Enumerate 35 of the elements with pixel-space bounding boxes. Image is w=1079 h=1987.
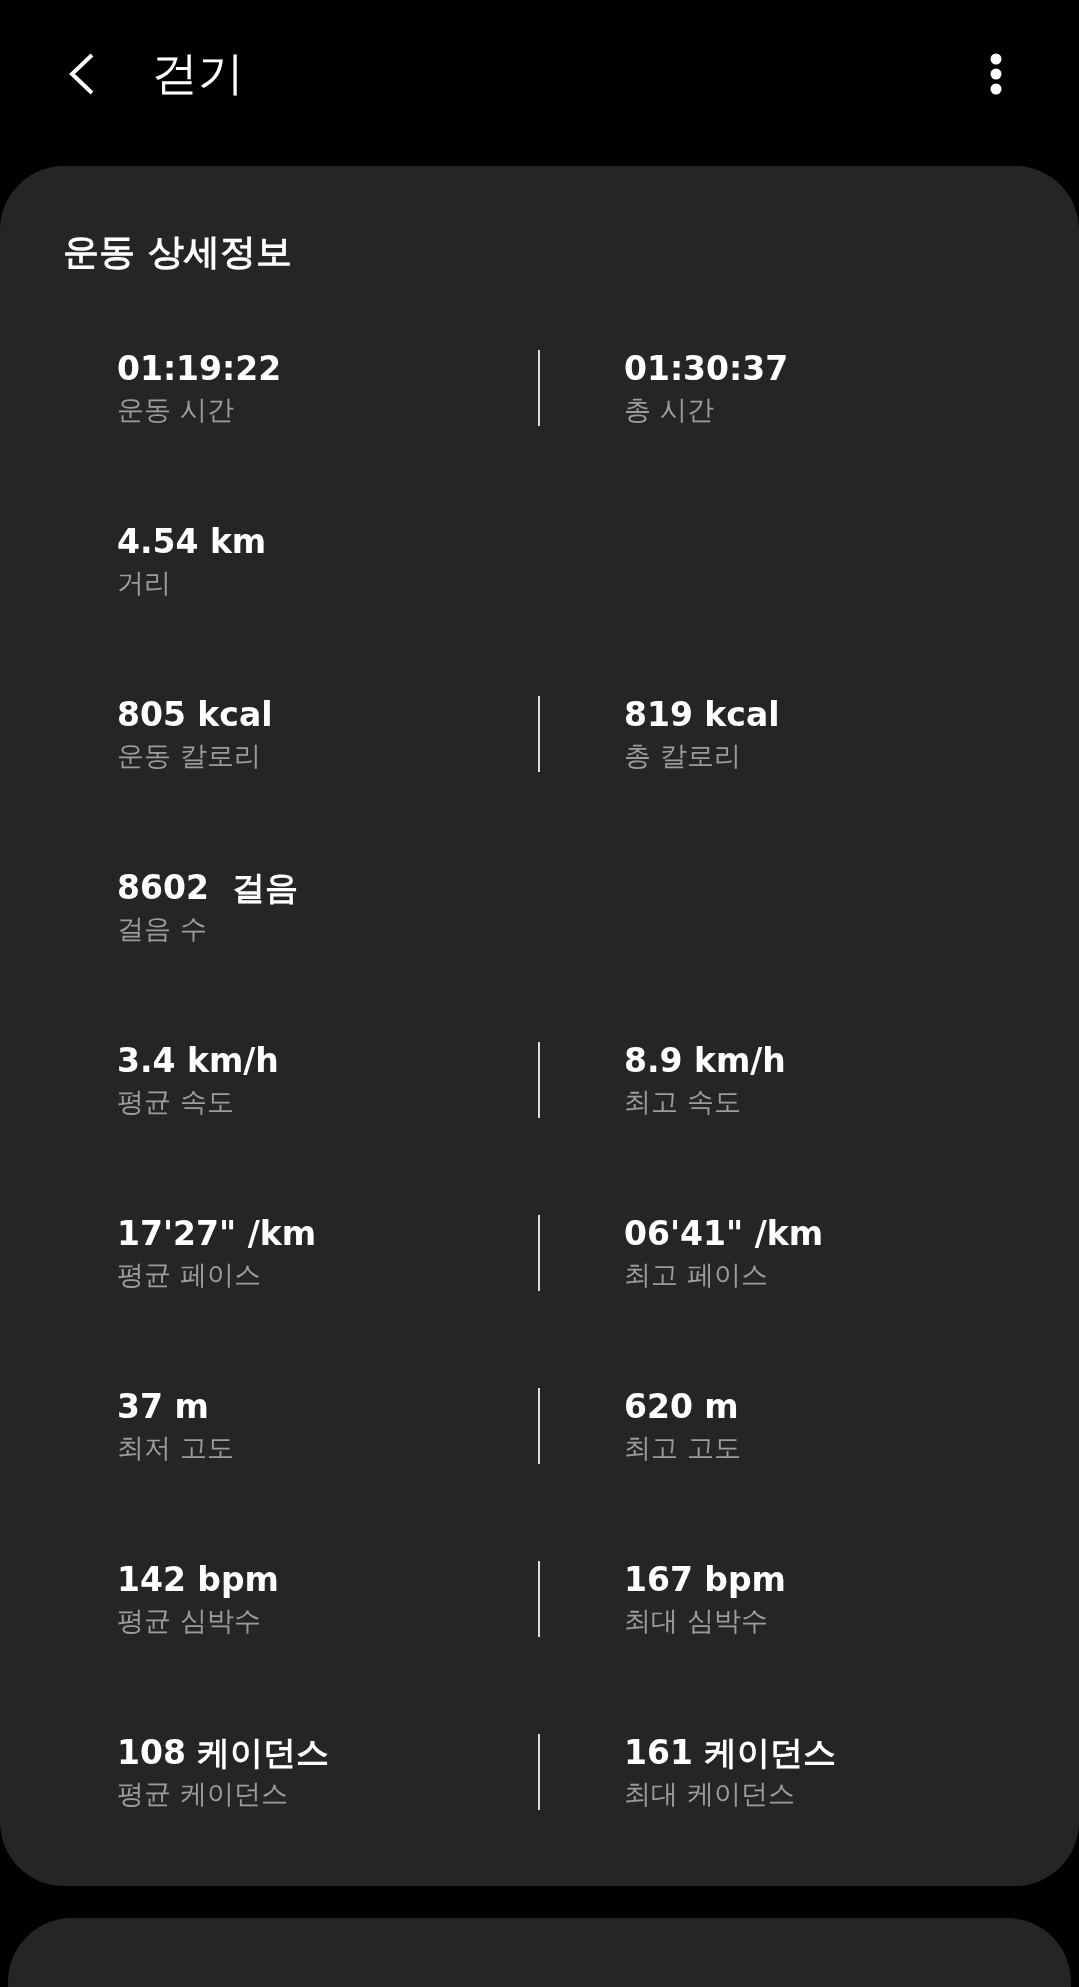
stat-label: 평균 속도 bbox=[117, 1084, 235, 1119]
stat-label: 평균 페이스 bbox=[117, 1257, 262, 1292]
stat-label: 최고 고도 bbox=[624, 1430, 742, 1465]
stat-label: 평균 심박수 bbox=[117, 1603, 262, 1638]
stat-value: 37 m bbox=[117, 1385, 210, 1428]
stat-label: 최고 페이스 bbox=[624, 1257, 769, 1292]
stat-value: 3.4 km/h bbox=[117, 1039, 280, 1082]
stat-label: 걸음 수 bbox=[117, 911, 208, 946]
stat-value: 620 m bbox=[624, 1385, 740, 1428]
card-title: 운동 상세정보 bbox=[63, 230, 292, 274]
stat-value: 17'27" /km bbox=[117, 1212, 317, 1255]
stat-label: 총 칼로리 bbox=[624, 738, 742, 773]
stat-label: 최대 케이던스 bbox=[624, 1776, 796, 1811]
stat-value: 819 kcal bbox=[624, 693, 781, 736]
stat-value: 01:19:22 bbox=[117, 347, 283, 390]
stat-value: 161 케이던스 bbox=[624, 1731, 838, 1774]
stat-value: 06'41" /km bbox=[624, 1212, 824, 1255]
stat-value: 142 bpm bbox=[117, 1558, 280, 1601]
stat-label: 운동 시간 bbox=[117, 392, 235, 427]
stat-label: 최대 심박수 bbox=[624, 1603, 769, 1638]
stat-value: 805 kcal bbox=[117, 693, 274, 736]
stat-label: 평균 케이던스 bbox=[117, 1776, 289, 1811]
stat-value: 8.9 km/h bbox=[624, 1039, 787, 1082]
stat-value: 167 bpm bbox=[624, 1558, 787, 1601]
stat-label: 총 시간 bbox=[624, 392, 715, 427]
stat-value: 01:30:37 bbox=[624, 347, 790, 390]
stat-value: 108 케이던스 bbox=[117, 1731, 331, 1774]
stat-label: 최고 속도 bbox=[624, 1084, 742, 1119]
stat-value: 4.54 km bbox=[117, 520, 268, 563]
page-title: 걷기 bbox=[152, 45, 245, 102]
stat-value: 8602 걸음 bbox=[117, 866, 299, 909]
stat-label: 최저 고도 bbox=[117, 1430, 235, 1465]
more-options-icon[interactable] bbox=[989, 52, 1003, 96]
stat-label: 거리 bbox=[117, 565, 172, 600]
stat-label: 운동 칼로리 bbox=[117, 738, 262, 773]
